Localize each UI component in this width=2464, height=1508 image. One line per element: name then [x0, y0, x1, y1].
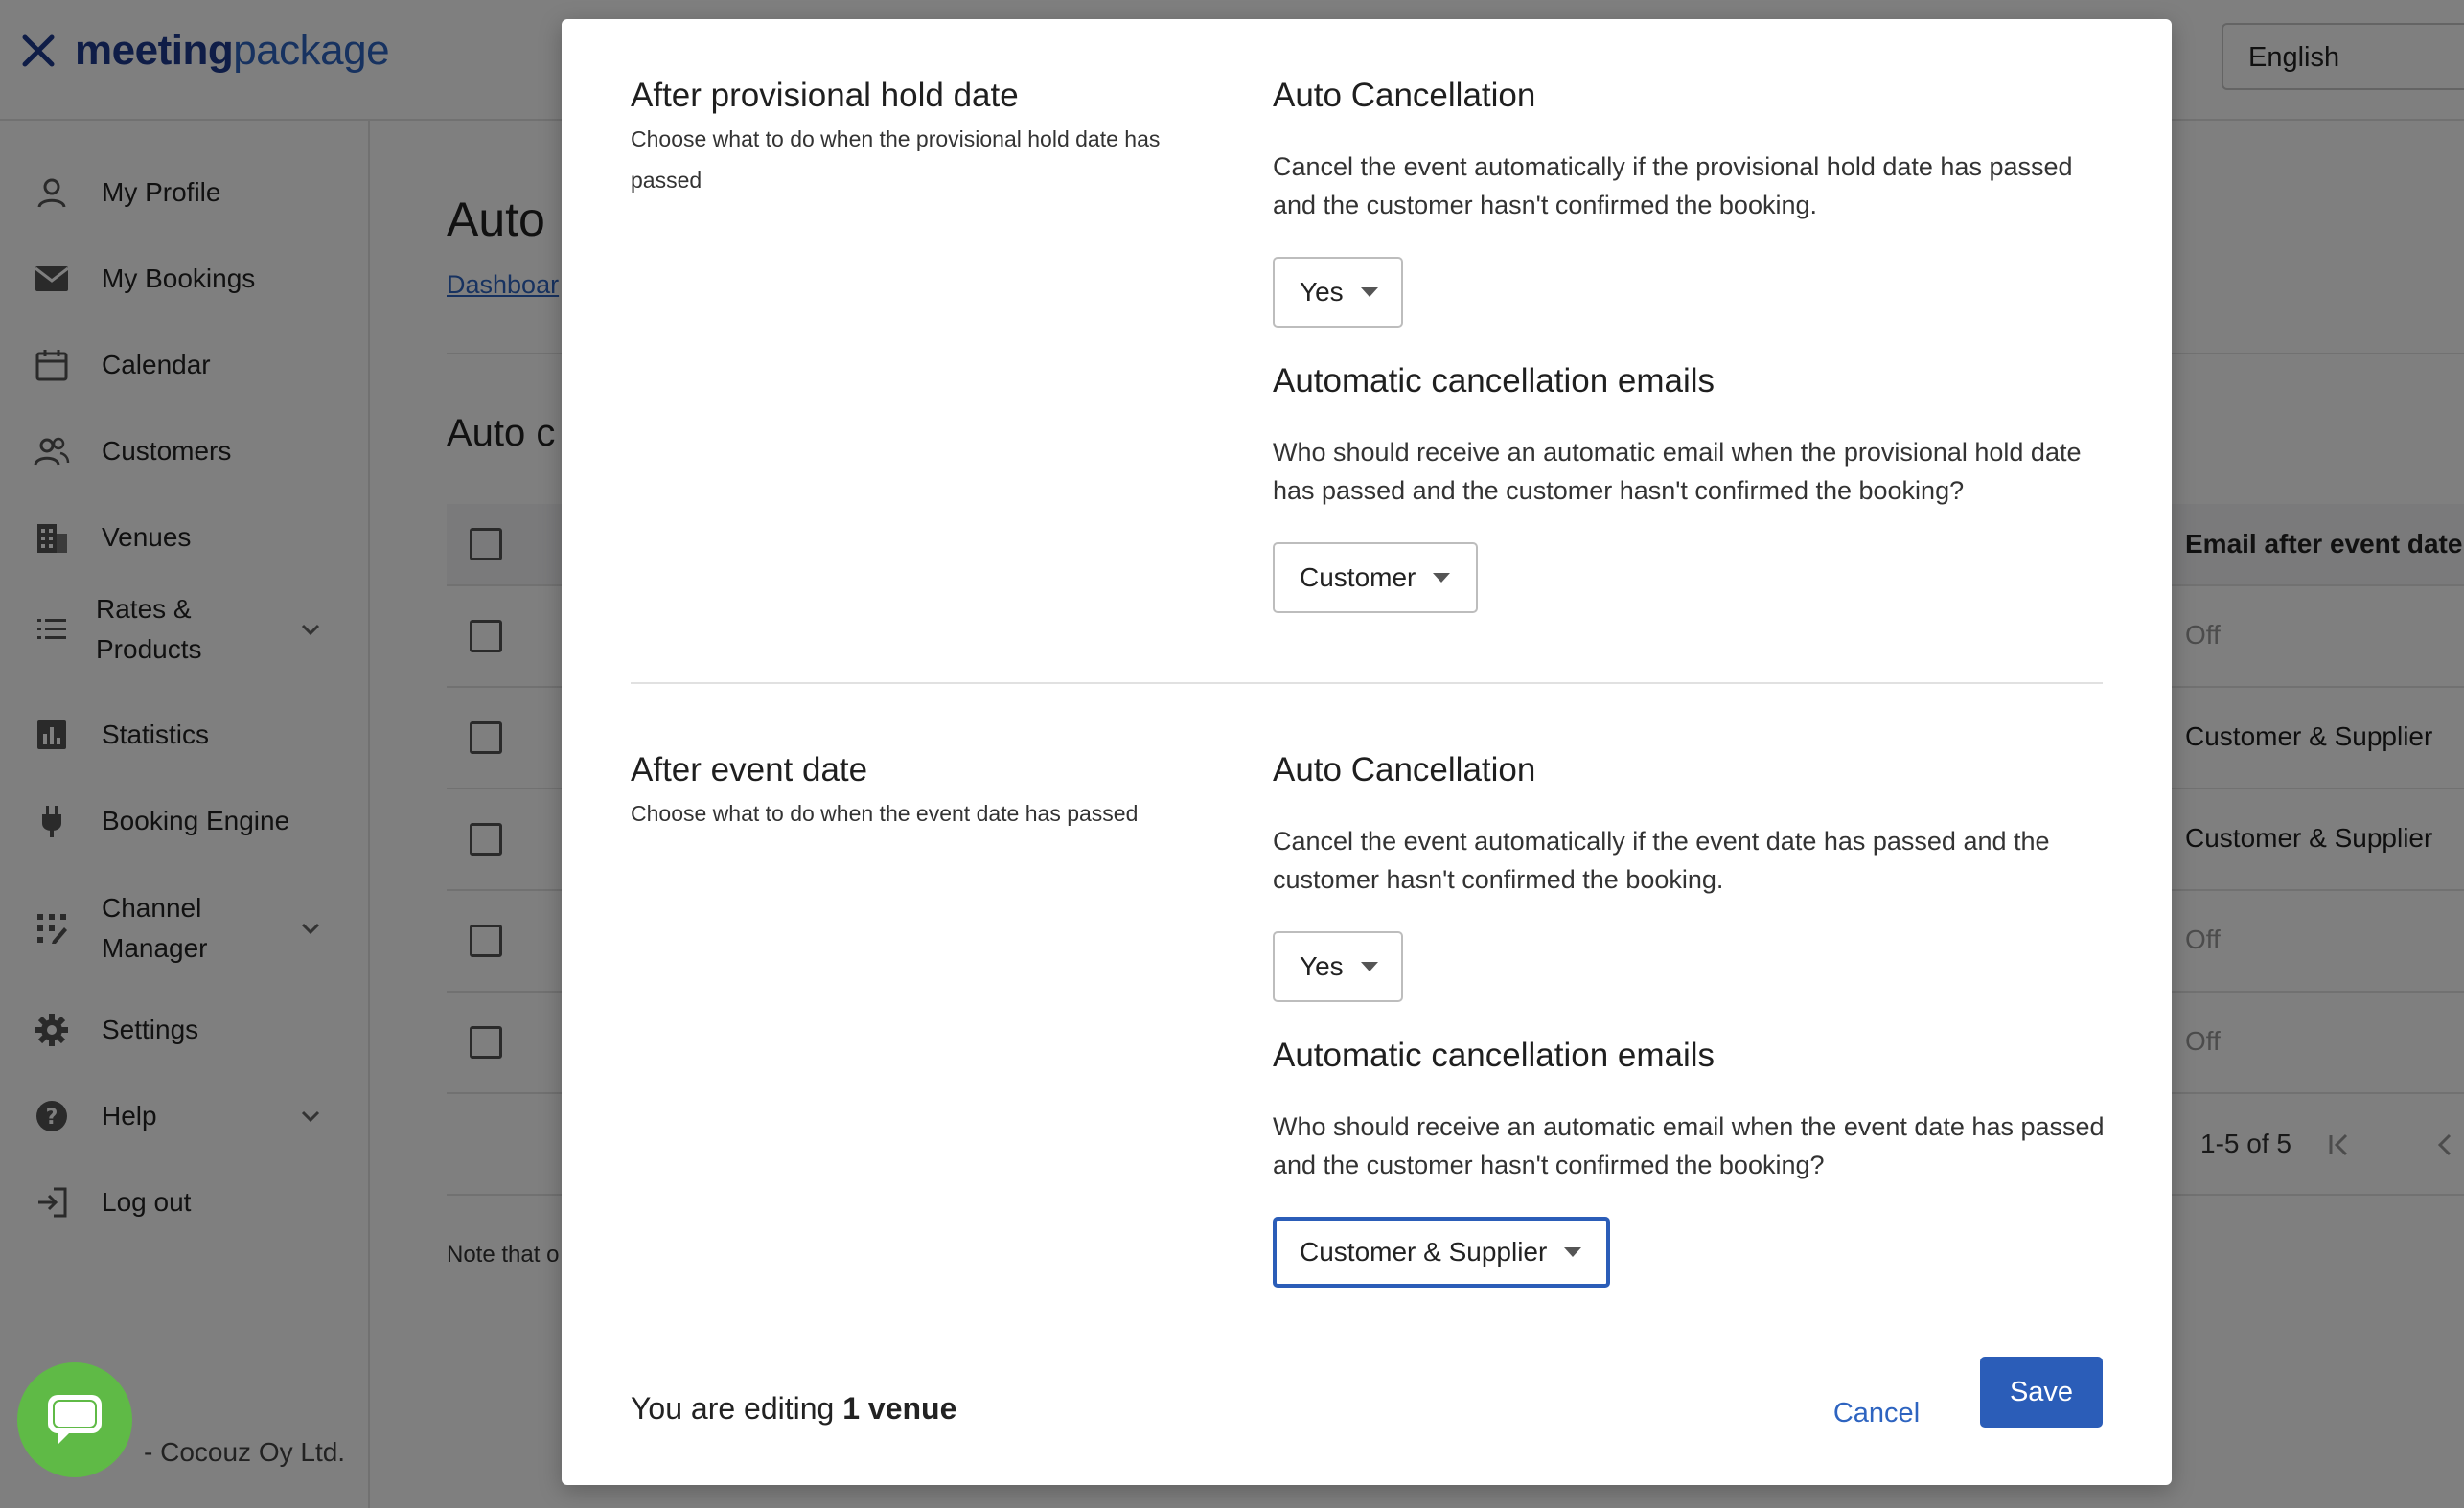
caret-down-icon [1433, 573, 1451, 583]
auto-cancel-title: Auto Cancellation [1273, 751, 1536, 788]
cancel-emails-select[interactable]: Customer [1273, 542, 1478, 613]
section-title-event-date: After event date [631, 751, 868, 788]
chat-button[interactable] [17, 1362, 132, 1477]
cancel-emails-select[interactable]: Customer & Supplier [1273, 1217, 1610, 1288]
editing-count: 1 venue [842, 1391, 957, 1426]
cancel-emails-title: Automatic cancellation emails [1273, 1037, 1716, 1074]
auto-cancel-desc: Cancel the event automatically if the pr… [1273, 152, 2073, 219]
caret-down-icon [1360, 287, 1378, 297]
select-value: Customer [1300, 562, 1416, 592]
select-value: Customer & Supplier [1300, 1237, 1548, 1267]
editing-prefix: You are editing [631, 1391, 835, 1426]
editing-summary: You are editing 1 venue [631, 1391, 956, 1427]
chat-icon [48, 1395, 102, 1445]
auto-cancel-title: Auto Cancellation [1273, 77, 1536, 114]
select-value: Yes [1300, 277, 1344, 307]
select-value: Yes [1300, 951, 1344, 981]
cancel-emails-title: Automatic cancellation emails [1273, 362, 1716, 400]
auto-cancel-select[interactable]: Yes [1273, 257, 1403, 328]
cancel-button[interactable]: Cancel [1827, 1378, 1926, 1449]
section-title-provisional: After provisional hold date [631, 77, 1019, 114]
cancel-emails-desc: Who should receive an automatic email wh… [1273, 438, 2082, 505]
auto-cancel-desc: Cancel the event automatically if the ev… [1273, 827, 2050, 894]
save-button[interactable]: Save [1980, 1357, 2103, 1428]
caret-down-icon [1360, 962, 1378, 971]
section-desc-provisional: Choose what to do when the provisional h… [631, 126, 1161, 193]
section-desc-event-date: Choose what to do when the event date ha… [631, 801, 1139, 826]
auto-cancel-select[interactable]: Yes [1273, 931, 1403, 1002]
caret-down-icon [1564, 1247, 1582, 1257]
cancel-emails-desc: Who should receive an automatic email wh… [1273, 1112, 2105, 1179]
section-divider [631, 682, 2103, 684]
auto-cancellation-modal: After provisional hold date Choose what … [562, 19, 2172, 1485]
